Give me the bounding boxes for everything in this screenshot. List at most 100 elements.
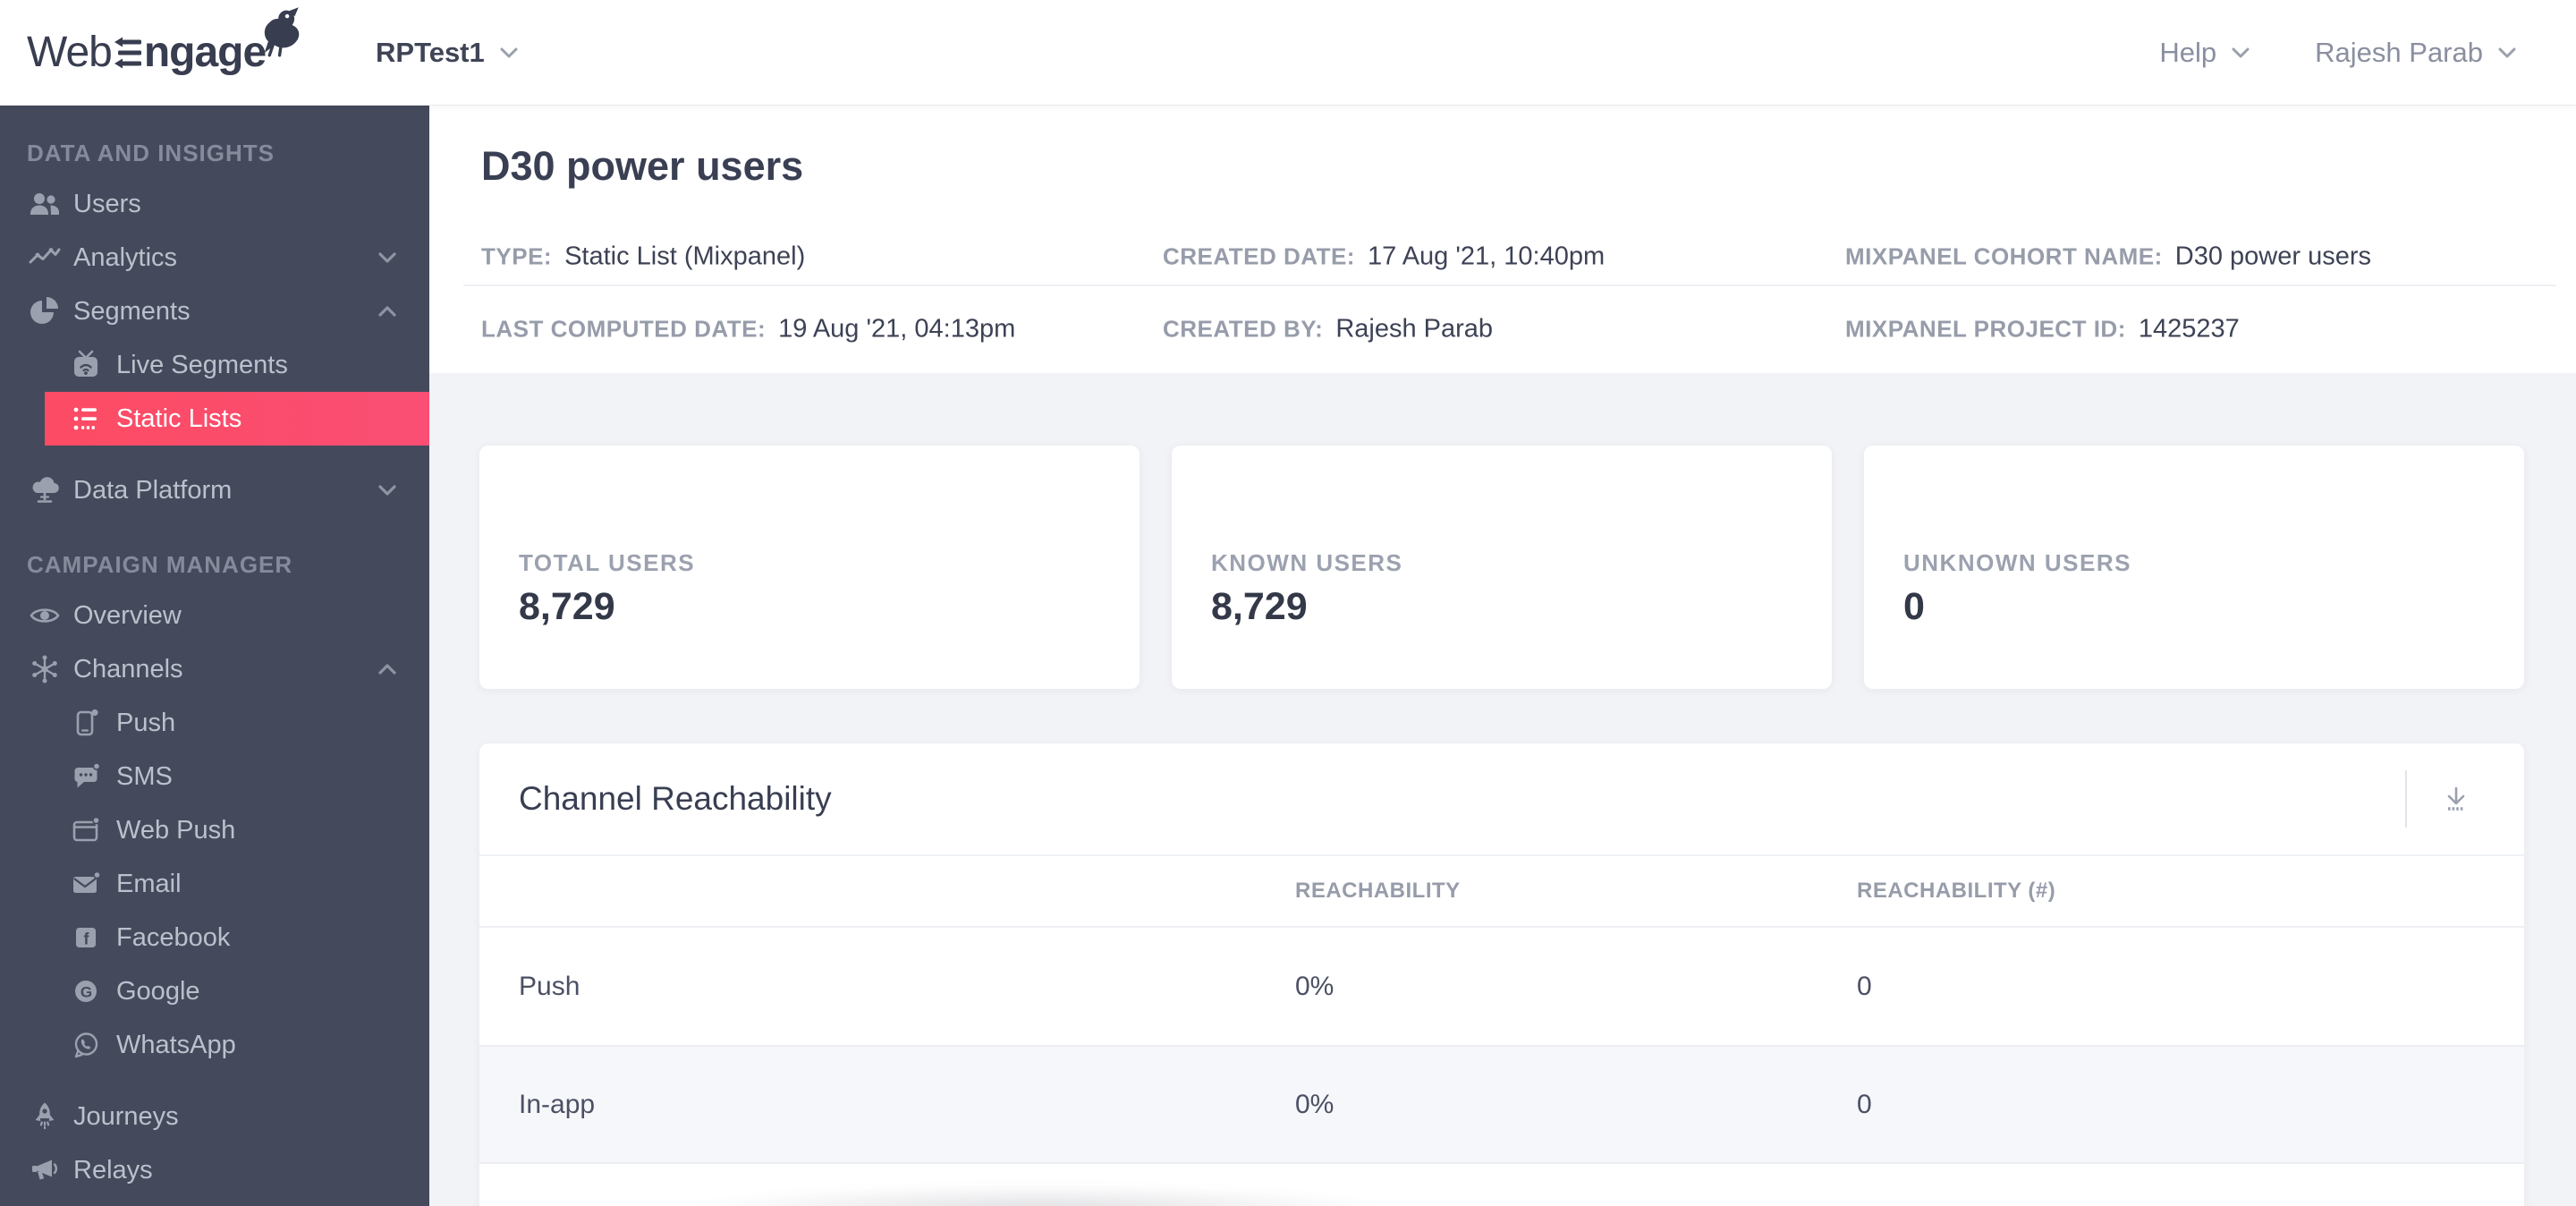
meta-type: TYPE: Static List (Mixpanel) — [481, 242, 805, 272]
sidebar-item-label: Journeys — [73, 1101, 179, 1131]
table-row-push: Push 0% 0 — [479, 928, 2524, 1045]
sidebar-item-email[interactable]: Email — [45, 857, 429, 911]
sidebar-item-label: Email — [116, 869, 182, 898]
sidebar-item-label: Channels — [73, 654, 183, 684]
meta-value: Static List (Mixpanel) — [564, 242, 806, 271]
download-icon — [2447, 786, 2465, 811]
stat-card-known-users: KNOWN USERS 8,729 — [1172, 446, 1832, 689]
push-phone-icon — [70, 707, 102, 739]
topbar-right: Help Rajesh Parab — [2159, 0, 2517, 105]
sidebar-item-data-platform[interactable]: Data Platform — [0, 463, 429, 517]
sidebar-item-segments[interactable]: Segments — [0, 285, 429, 338]
sidebar-item-label: WhatsApp — [116, 1030, 236, 1059]
sidebar-item-static-lists[interactable]: Static Lists — [45, 392, 429, 446]
sidebar-item-web-push[interactable]: Web Push — [45, 803, 429, 857]
eye-icon — [27, 599, 63, 632]
sidebar-item-users[interactable]: Users — [0, 177, 429, 231]
sidebar-item-label: Users — [73, 189, 141, 218]
meta-label: MIXPANEL COHORT NAME: — [1845, 242, 2163, 270]
logo-text-ngage: ngage — [143, 29, 267, 76]
sidebar-item-label: Live Segments — [116, 350, 288, 379]
sms-bubble-icon — [70, 760, 102, 793]
help-label: Help — [2159, 36, 2217, 68]
sidebar-item-push[interactable]: Push — [45, 696, 429, 750]
meta-created-date: CREATED DATE: 17 Aug '21, 10:40pm — [1163, 242, 1605, 272]
project-selector[interactable]: RPTest1 — [376, 0, 519, 105]
webengage-logo[interactable]: Web ngage — [27, 6, 321, 79]
meta-value: 17 Aug '21, 10:40pm — [1367, 242, 1606, 271]
channel-reachability-panel: Channel Reachability REACHABILITY REACHA… — [479, 743, 2524, 1206]
header-divider — [2405, 770, 2407, 828]
stat-value: 8,729 — [1211, 585, 1308, 628]
logo-text-web: Web — [27, 29, 113, 76]
sidebar-item-label: Facebook — [116, 922, 231, 952]
whatsapp-icon — [70, 1029, 102, 1061]
user-menu[interactable]: Rajesh Parab — [2315, 37, 2517, 69]
cell-channel: In-app — [519, 1089, 596, 1119]
sidebar-item-journeys[interactable]: Journeys — [0, 1090, 429, 1143]
stat-label: TOTAL USERS — [519, 549, 696, 576]
meta-label: CREATED BY: — [1163, 315, 1324, 343]
sidebar-item-live-segments[interactable]: Live Segments — [45, 338, 429, 392]
meta-last-computed-date: LAST COMPUTED DATE: 19 Aug '21, 04:13pm — [481, 315, 1015, 344]
channels-hub-icon — [27, 653, 63, 685]
chevron-down-icon — [2498, 47, 2516, 57]
megaphone-icon — [27, 1154, 63, 1186]
stat-value: 8,729 — [519, 585, 615, 628]
stat-card-total-users: TOTAL USERS 8,729 — [479, 446, 1140, 689]
sidebar-item-label: Web Push — [116, 815, 236, 845]
analytics-icon — [27, 242, 63, 274]
chevron-up-icon — [377, 663, 397, 675]
google-icon: G — [70, 975, 102, 1007]
sidebar-item-label: Overview — [73, 600, 182, 630]
stat-label: KNOWN USERS — [1211, 549, 1403, 576]
page-header: D30 power users TYPE: Static List (Mixpa… — [429, 106, 2576, 373]
sidebar-item-channels[interactable]: Channels — [0, 642, 429, 696]
chevron-up-icon — [377, 305, 397, 318]
static-lists-icon — [70, 403, 102, 435]
sidebar-item-relays[interactable]: Relays — [0, 1143, 429, 1197]
rocket-icon — [27, 1100, 63, 1133]
sidebar-item-label: SMS — [116, 761, 173, 791]
help-menu[interactable]: Help — [2159, 37, 2250, 69]
project-name: RPTest1 — [376, 36, 485, 68]
cell-channel: Push — [519, 971, 580, 1001]
chevron-down-icon — [377, 251, 397, 264]
column-header-reachability-count: REACHABILITY (#) — [1857, 879, 2056, 903]
sidebar-item-analytics[interactable]: Analytics — [0, 231, 429, 285]
svg-text:f: f — [84, 930, 90, 948]
meta-label: MIXPANEL PROJECT ID: — [1845, 315, 2126, 343]
sidebar-item-google[interactable]: G Google — [45, 964, 429, 1018]
meta-value: Rajesh Parab — [1335, 314, 1494, 344]
facebook-icon: f — [70, 921, 102, 954]
meta-value: 1425237 — [2138, 314, 2240, 344]
sidebar-item-label: Static Lists — [116, 403, 242, 433]
user-name: Rajesh Parab — [2315, 36, 2483, 68]
meta-value: 19 Aug '21, 04:13pm — [778, 314, 1016, 344]
meta-created-by: CREATED BY: Rajesh Parab — [1163, 315, 1493, 344]
webengage-wordmark: Web ngage — [27, 28, 267, 77]
column-header-reachability: REACHABILITY — [1295, 879, 1461, 903]
download-button[interactable] — [2433, 776, 2479, 822]
sidebar-item-whatsapp[interactable]: WhatsApp — [45, 1018, 429, 1072]
sidebar-item-sms[interactable]: SMS — [45, 750, 429, 803]
logo-e-arrows-icon — [114, 37, 141, 68]
chevron-down-icon — [2232, 47, 2250, 57]
section-campaign-manager: CAMPAIGN MANAGER — [27, 550, 293, 578]
live-segments-icon — [70, 349, 102, 381]
svg-text:G: G — [80, 984, 92, 1001]
data-platform-cloud-icon — [27, 474, 63, 506]
sidebar-item-label: Relays — [73, 1155, 153, 1185]
panel-header: Channel Reachability — [479, 743, 2524, 856]
page-title: D30 power users — [481, 143, 804, 189]
table-row-in-app: In-app 0% 0 — [479, 1045, 2524, 1162]
table-header-row: REACHABILITY REACHABILITY (#) — [479, 856, 2524, 928]
cell-reachability-count: 0 — [1857, 971, 1872, 1001]
meta-value: D30 power users — [2174, 242, 2371, 271]
sidebar-item-label: Push — [116, 708, 176, 737]
sidebar-item-facebook[interactable]: f Facebook — [45, 911, 429, 964]
sidebar-item-label: Segments — [73, 296, 191, 326]
email-envelope-icon — [70, 868, 102, 900]
topbar: Web ngage RPTest1 Help Rajesh Parab — [0, 0, 2576, 106]
sidebar-item-overview[interactable]: Overview — [0, 589, 429, 642]
